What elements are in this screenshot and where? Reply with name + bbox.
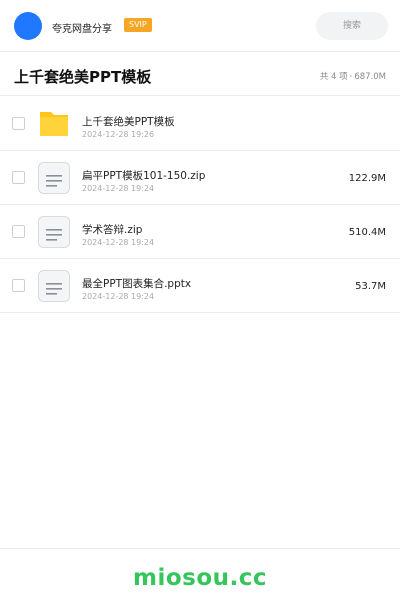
file-name[interactable]: 上千套绝美PPT模板: [82, 114, 175, 129]
file-date: 2024-12-28 19:24: [82, 238, 155, 247]
folder-icon: [40, 112, 68, 136]
item-count: 共 4 项: [319, 72, 348, 82]
avatar[interactable]: [14, 12, 42, 40]
file-list: 上千套绝美PPT模板 2024-12-28 19:26 扁平PPT模板101-1…: [0, 97, 400, 313]
list-item[interactable]: 最全PPT图表集合.pptx 2024-12-28 19:24 53.7M: [0, 259, 400, 313]
file-date: 2024-12-28 19:24: [82, 292, 155, 301]
top-bar: 夸克网盘分享 SVIP: [0, 0, 400, 52]
document-icon: [38, 162, 70, 194]
select-checkbox[interactable]: [12, 171, 25, 184]
list-item[interactable]: 扁平PPT模板101-150.zip 2024-12-28 19:24 122.…: [0, 151, 400, 205]
document-icon: [38, 216, 70, 248]
footer: miosou.cc: [0, 548, 400, 600]
file-name[interactable]: 最全PPT图表集合.pptx: [82, 276, 191, 291]
share-summary: 共 4 项 · 687.0M: [320, 70, 386, 82]
svip-badge: SVIP: [124, 18, 152, 32]
file-date: 2024-12-28 19:24: [82, 184, 155, 193]
select-checkbox[interactable]: [12, 117, 25, 130]
select-checkbox[interactable]: [12, 225, 25, 238]
file-date: 2024-12-28 19:26: [82, 130, 155, 139]
search-input[interactable]: [316, 12, 388, 40]
list-item[interactable]: 学术答辩.zip 2024-12-28 19:24 510.4M: [0, 205, 400, 259]
file-size: 122.9M: [348, 173, 386, 184]
document-icon: [38, 270, 70, 302]
file-size: 53.7M: [355, 281, 386, 292]
list-item[interactable]: 上千套绝美PPT模板 2024-12-28 19:26: [0, 97, 400, 151]
select-checkbox[interactable]: [12, 279, 25, 292]
page-title: 上千套绝美PPT模板: [14, 68, 152, 86]
total-size: 687.0M: [354, 72, 386, 82]
file-size: 510.4M: [348, 227, 386, 238]
file-name[interactable]: 扁平PPT模板101-150.zip: [82, 168, 205, 183]
file-name[interactable]: 学术答辩.zip: [82, 222, 142, 237]
account-name[interactable]: 夸克网盘分享: [52, 20, 112, 35]
share-title-bar: 上千套绝美PPT模板 共 4 项 · 687.0M: [0, 56, 400, 96]
summary-separator: ·: [349, 72, 353, 82]
brand-watermark: miosou.cc: [132, 565, 268, 591]
